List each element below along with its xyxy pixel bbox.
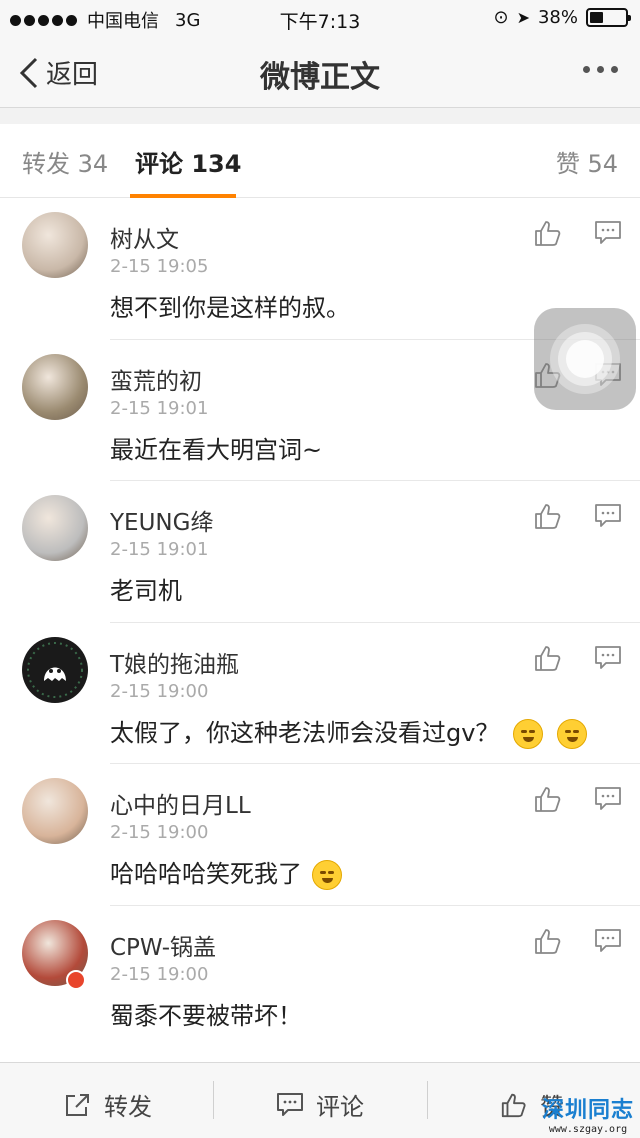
thumbs-up-icon	[501, 1093, 526, 1117]
page-title: 微博正文	[260, 60, 380, 95]
battery-icon	[586, 8, 631, 27]
comment-label: 评论	[316, 1093, 364, 1121]
comment-time: 2-15 19:00	[110, 963, 209, 985]
more-dot	[611, 66, 618, 73]
status-bar: 中国电信 3G 下午7:13 ⊙ ➤ 38%	[0, 0, 640, 36]
comment-icon[interactable]	[594, 928, 622, 954]
nav-bar: 返回 微博正文	[0, 36, 640, 108]
tab-bar: 转发 34 评论 134 赞 54	[0, 124, 640, 198]
watermark: 深圳同志 www.szgay.org	[542, 1092, 634, 1135]
thumbs-up-icon[interactable]	[533, 218, 563, 248]
avatar[interactable]	[22, 778, 88, 844]
comment-icon[interactable]	[594, 220, 622, 246]
comment-author[interactable]: 心中的日月LL	[110, 786, 251, 820]
comment-author[interactable]: 树从文	[110, 220, 179, 254]
comment-text: 太假了，你这种老法师会没看过gv？	[110, 718, 500, 747]
rotation-lock-icon: ⊙	[493, 7, 509, 28]
comment-time: 2-15 19:01	[110, 397, 209, 419]
comment-text-row: 哈哈哈哈笑死我了	[110, 854, 342, 890]
more-dot	[583, 66, 590, 73]
repost-icon	[66, 1093, 89, 1116]
comment-text: 最近在看大明宫词~	[110, 435, 323, 464]
comment-icon[interactable]	[594, 786, 622, 812]
comment-icon[interactable]	[594, 503, 622, 529]
comment-time: 2-15 19:00	[110, 822, 209, 843]
comment-button[interactable]: 评论	[276, 1087, 364, 1122]
ghost-avatar-icon	[22, 636, 88, 703]
thumbs-up-icon[interactable]	[533, 926, 563, 956]
comment-icon	[277, 1092, 303, 1116]
avatar[interactable]	[22, 353, 88, 420]
watermark-title: 深圳同志	[541, 1098, 634, 1123]
status-right: ⊙ ➤ 38%	[493, 7, 631, 28]
avatar[interactable]	[22, 495, 88, 561]
laugh-cry-icon	[311, 860, 342, 890]
comment-author[interactable]: 蛮荒的初	[110, 362, 202, 396]
comment-text: 哈哈哈哈笑死我了	[110, 860, 302, 888]
comment-time: 2-15 19:00	[110, 680, 209, 702]
comment-item: 心中的日月LL 2-15 19:00 哈哈哈哈笑死我了	[0, 764, 640, 906]
watermark-url: www.szgay.org	[548, 1124, 628, 1135]
comment-item: T娘的拖油瓶 2-15 19:00 太假了，你这种老法师会没看过gv？	[0, 623, 640, 764]
thumbs-up-icon[interactable]	[533, 784, 563, 814]
sly-face-icon	[556, 718, 587, 749]
location-icon: ➤	[516, 8, 530, 27]
more-dot	[597, 66, 604, 73]
comment-author[interactable]: YEUNG绛	[110, 503, 213, 537]
shy-face-icon	[513, 718, 544, 749]
comment-time: 2-15 19:05	[110, 256, 209, 277]
comment-text: 想不到你是这样的叔。	[110, 294, 350, 322]
avatar[interactable]	[22, 212, 88, 278]
comment-item: CPW-锅盖 2-15 19:00 蜀黍不要被带坏！	[0, 906, 640, 1048]
tab-repost[interactable]: 转发 34	[22, 144, 108, 179]
comment-time: 2-15 19:01	[110, 539, 209, 560]
thumbs-up-icon[interactable]	[533, 501, 563, 531]
toolbar-divider	[213, 1081, 214, 1119]
comment-text: 蜀黍不要被带坏！	[110, 1001, 302, 1030]
toolbar-divider	[427, 1081, 428, 1119]
tab-like[interactable]: 赞 54	[556, 144, 618, 179]
comment-icon[interactable]	[594, 645, 622, 671]
assistive-touch-button[interactable]	[534, 308, 636, 410]
battery-percent: 38%	[537, 7, 578, 28]
comment-author[interactable]: T娘的拖油瓶	[110, 645, 239, 679]
comment-item: YEUNG绛 2-15 19:01 老司机	[0, 481, 640, 623]
assistive-ring	[566, 340, 604, 378]
repost-label: 转发	[104, 1093, 152, 1121]
avatar[interactable]	[22, 636, 88, 703]
more-button[interactable]	[583, 66, 618, 73]
comment-text: 老司机	[110, 577, 182, 605]
comment-text-row: 太假了，你这种老法师会没看过gv？	[110, 713, 587, 749]
thumbs-up-icon[interactable]	[533, 643, 563, 673]
repost-button[interactable]: 转发	[64, 1087, 152, 1122]
comment-author[interactable]: CPW-锅盖	[110, 928, 216, 962]
verified-badge-icon	[66, 969, 86, 990]
